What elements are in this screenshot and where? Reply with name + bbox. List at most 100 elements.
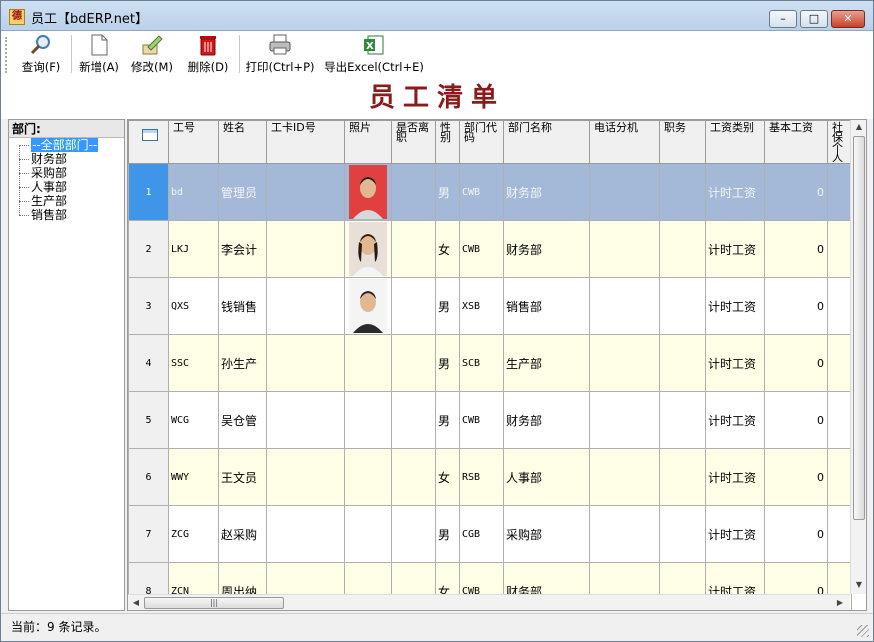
cell-gender[interactable]: 男 — [435, 334, 460, 392]
table-row[interactable]: 1 bd 管理员 男 CWB 财务部 计时工资 0 — [128, 163, 852, 221]
cell-wage-type[interactable]: 计时工资 — [705, 448, 765, 506]
cell-gender[interactable]: 女 — [435, 448, 460, 506]
cell-resigned[interactable] — [391, 334, 436, 392]
cell-photo[interactable] — [344, 391, 392, 449]
cell-id[interactable]: SSC — [168, 334, 219, 392]
col-header-gender[interactable]: 性别 — [435, 120, 460, 164]
cell-phone-ext[interactable] — [589, 391, 660, 449]
cell-dept-code[interactable]: CWB — [459, 163, 504, 221]
cell-card-id[interactable] — [266, 277, 345, 335]
cell-social-personal[interactable] — [827, 334, 852, 392]
col-header-wage-type[interactable]: 工资类别 — [705, 120, 765, 164]
cell-dept-code[interactable]: CWB — [459, 391, 504, 449]
cell-gender[interactable]: 男 — [435, 505, 460, 563]
cell-dept-name[interactable]: 财务部 — [503, 163, 590, 221]
col-header-dept-code[interactable]: 部门代码 — [459, 120, 504, 164]
maximize-button[interactable]: □ — [800, 10, 828, 28]
table-row[interactable]: 2 LKJ 李会计 女 CWB 财务部 计时工资 0 — [128, 220, 852, 278]
horizontal-scrollbar[interactable]: ◀ ||| ▶ — [128, 594, 850, 610]
col-header-resigned[interactable]: 是否离职 — [391, 120, 436, 164]
row-number[interactable]: 6 — [128, 448, 169, 506]
col-header-position[interactable]: 职务 — [659, 120, 706, 164]
col-header-name[interactable]: 姓名 — [218, 120, 267, 164]
cell-id[interactable]: QXS — [168, 277, 219, 335]
horizontal-scroll-thumb[interactable]: ||| — [144, 597, 284, 609]
delete-button[interactable]: 删除(D) — [183, 33, 233, 77]
cell-wage-type[interactable]: 计时工资 — [705, 163, 765, 221]
cell-phone-ext[interactable] — [589, 163, 660, 221]
cell-position[interactable] — [659, 334, 706, 392]
cell-dept-code[interactable]: XSB — [459, 277, 504, 335]
cell-id[interactable]: ZCG — [168, 505, 219, 563]
title-bar[interactable]: 德 员工【bdERP.net】 – □ ✕ — [1, 1, 873, 31]
cell-card-id[interactable] — [266, 334, 345, 392]
cell-gender[interactable]: 男 — [435, 391, 460, 449]
cell-photo[interactable] — [344, 448, 392, 506]
col-header-photo[interactable]: 照片 — [344, 120, 392, 164]
vertical-scroll-thumb[interactable] — [853, 136, 865, 520]
cell-social-personal[interactable] — [827, 505, 852, 563]
cell-phone-ext[interactable] — [589, 220, 660, 278]
col-header-dept-name[interactable]: 部门名称 — [503, 120, 590, 164]
cell-gender[interactable]: 男 — [435, 163, 460, 221]
cell-position[interactable] — [659, 277, 706, 335]
cell-photo[interactable] — [344, 163, 392, 221]
cell-name[interactable]: 钱销售 — [218, 277, 267, 335]
cell-wage-type[interactable]: 计时工资 — [705, 391, 765, 449]
cell-base-salary[interactable]: 0 — [764, 277, 828, 335]
table-row[interactable]: 4 SSC 孙生产 男 SCB 生产部 计时工资 0 — [128, 334, 852, 392]
cell-card-id[interactable] — [266, 220, 345, 278]
close-button[interactable]: ✕ — [831, 10, 865, 28]
cell-base-salary[interactable]: 0 — [764, 391, 828, 449]
cell-social-personal[interactable] — [827, 163, 852, 221]
scroll-right-icon[interactable]: ▶ — [832, 598, 848, 607]
cell-name[interactable]: 李会计 — [218, 220, 267, 278]
tree-item-all[interactable]: --全部部门-- — [19, 138, 124, 152]
scroll-down-icon[interactable]: ▼ — [851, 580, 866, 589]
resize-grip-icon[interactable] — [857, 625, 869, 637]
cell-name[interactable]: 管理员 — [218, 163, 267, 221]
row-number[interactable]: 2 — [128, 220, 169, 278]
edit-button[interactable]: 修改(M) — [127, 33, 177, 77]
col-header-id[interactable]: 工号 — [168, 120, 219, 164]
row-number[interactable]: 1 — [128, 163, 169, 221]
cell-wage-type[interactable]: 计时工资 — [705, 505, 765, 563]
cell-photo[interactable] — [344, 334, 392, 392]
cell-dept-name[interactable]: 采购部 — [503, 505, 590, 563]
cell-base-salary[interactable]: 0 — [764, 220, 828, 278]
cell-dept-name[interactable]: 销售部 — [503, 277, 590, 335]
cell-name[interactable]: 孙生产 — [218, 334, 267, 392]
row-number[interactable]: 5 — [128, 391, 169, 449]
cell-name[interactable]: 王文员 — [218, 448, 267, 506]
cell-resigned[interactable] — [391, 277, 436, 335]
cell-photo[interactable] — [344, 277, 392, 335]
row-number[interactable]: 3 — [128, 277, 169, 335]
cell-wage-type[interactable]: 计时工资 — [705, 220, 765, 278]
cell-dept-name[interactable]: 财务部 — [503, 391, 590, 449]
cell-wage-type[interactable]: 计时工资 — [705, 277, 765, 335]
row-number[interactable]: 7 — [128, 505, 169, 563]
cell-resigned[interactable] — [391, 448, 436, 506]
cell-photo[interactable] — [344, 220, 392, 278]
grid-corner-cell[interactable] — [128, 120, 169, 164]
cell-id[interactable]: bd — [168, 163, 219, 221]
cell-position[interactable] — [659, 505, 706, 563]
col-header-card-id[interactable]: 工卡ID号 — [266, 120, 345, 164]
cell-phone-ext[interactable] — [589, 505, 660, 563]
cell-id[interactable]: WWY — [168, 448, 219, 506]
add-button[interactable]: 新增(A) — [75, 33, 123, 77]
cell-id[interactable]: WCG — [168, 391, 219, 449]
cell-social-personal[interactable] — [827, 220, 852, 278]
cell-gender[interactable]: 女 — [435, 220, 460, 278]
tree-item-purchasing[interactable]: 采购部 — [19, 166, 124, 180]
table-row[interactable]: 7 ZCG 赵采购 男 CGB 采购部 计时工资 0 — [128, 505, 852, 563]
cell-resigned[interactable] — [391, 163, 436, 221]
cell-dept-code[interactable]: CWB — [459, 220, 504, 278]
cell-resigned[interactable] — [391, 391, 436, 449]
cell-social-personal[interactable] — [827, 448, 852, 506]
query-button[interactable]: 查询(F) — [15, 33, 67, 77]
table-row[interactable]: 5 WCG 吴仓管 男 CWB 财务部 计时工资 0 — [128, 391, 852, 449]
cell-id[interactable]: LKJ — [168, 220, 219, 278]
tree-item-finance[interactable]: 财务部 — [19, 152, 124, 166]
export-excel-button[interactable]: X 导出Excel(Ctrl+E) — [323, 33, 425, 77]
